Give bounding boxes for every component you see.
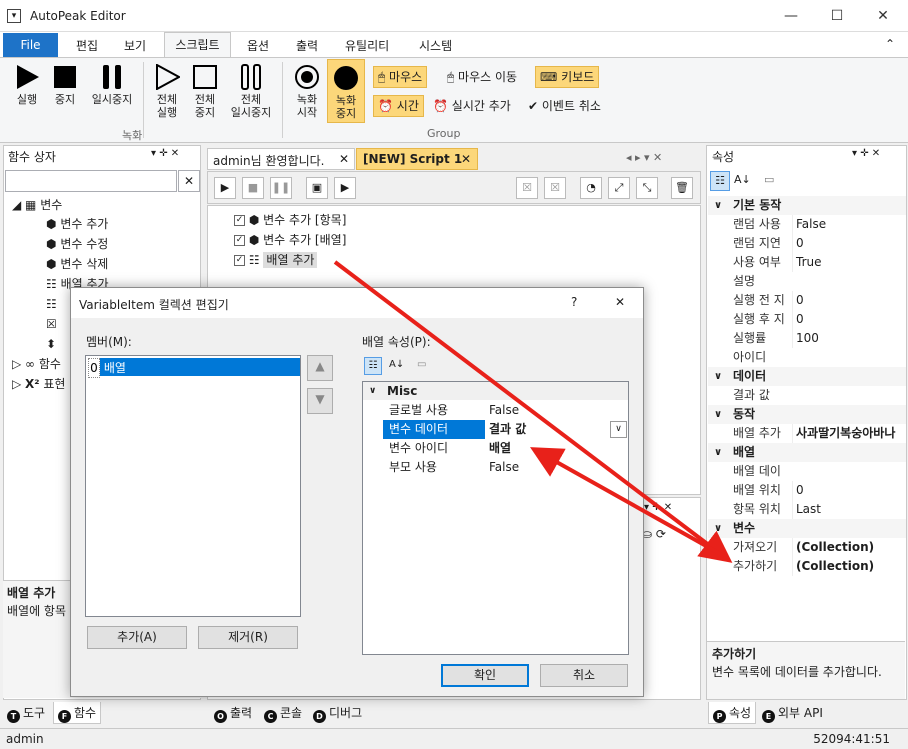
annotation-arrows (333, 260, 733, 563)
arrow-to-variable-id (530, 447, 725, 558)
arrow-to-add-property (333, 260, 733, 563)
